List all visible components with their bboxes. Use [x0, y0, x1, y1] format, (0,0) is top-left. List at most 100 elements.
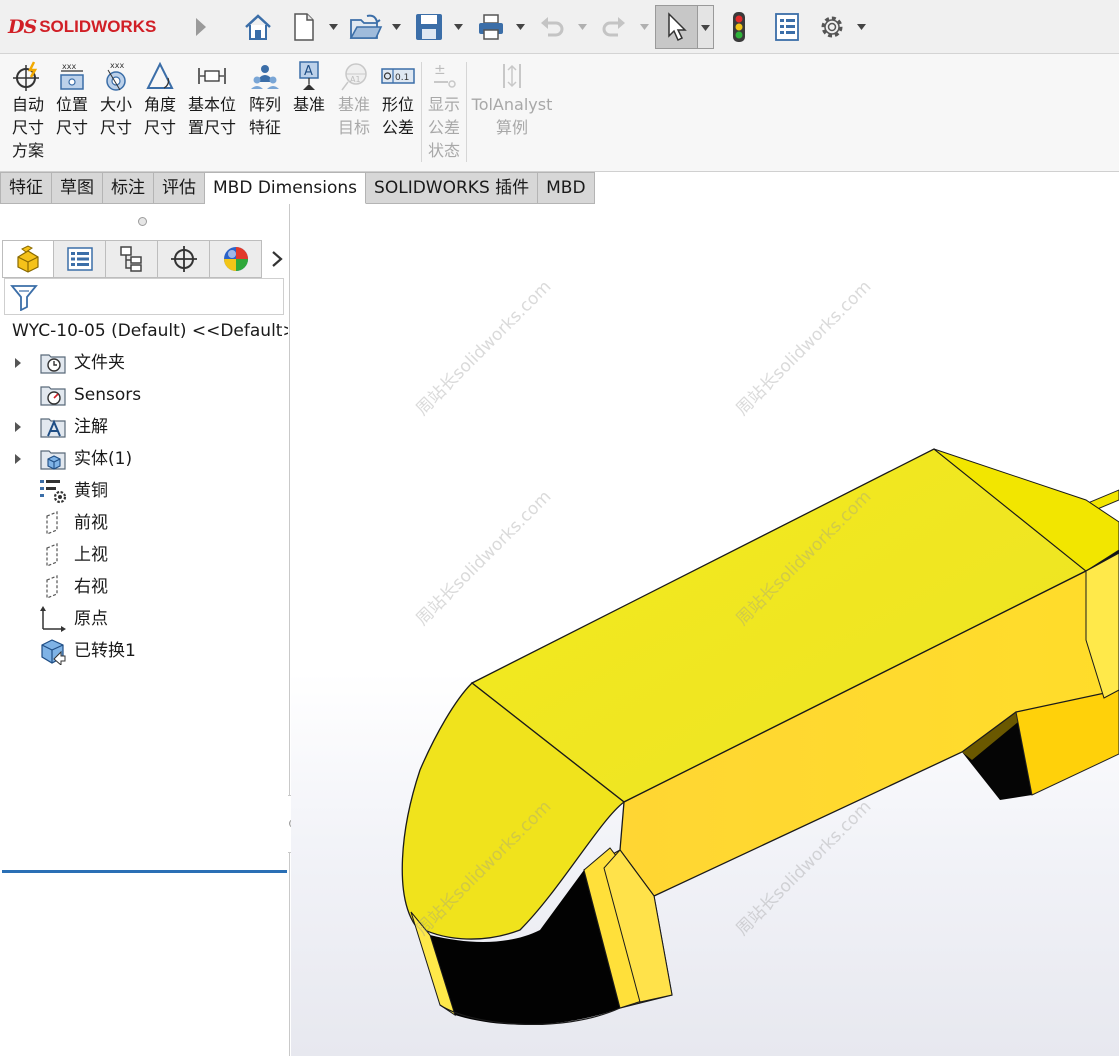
tree-root-part[interactable]: WYC-10-05 (Default) <<Default>_Disp [6, 316, 288, 346]
configuration-manager-tab[interactable] [106, 240, 158, 278]
undo-dropdown-icon[interactable] [578, 24, 587, 30]
yellow-part-model[interactable] [291, 204, 1119, 1056]
options-dropdown-icon[interactable] [857, 24, 866, 30]
print-button[interactable] [472, 8, 510, 46]
new-document-button[interactable] [286, 8, 322, 46]
show-tolerance-status-label: 显示 公差 状态 [427, 95, 460, 160]
tree-node-history-folder[interactable]: 文件夹 [0, 348, 288, 378]
menu-expand-arrow-icon[interactable] [194, 16, 208, 38]
basic-location-dimension-button[interactable]: 基本位 置尺寸 [184, 60, 240, 139]
tree-node-origin[interactable]: 原点 [0, 604, 288, 634]
size-dimension-label: 大小 尺寸 [99, 95, 132, 137]
tree-node-top-plane[interactable]: 上视 [0, 540, 288, 570]
plane-icon [38, 542, 68, 568]
angle-dimension-button[interactable]: 角度 尺寸 [140, 60, 180, 139]
configuration-manager-icon [119, 246, 142, 272]
home-button[interactable] [238, 8, 278, 46]
tolerance-status-icon: ± [427, 60, 461, 92]
basic-location-dimension-label: 基本位 置尺寸 [187, 95, 236, 137]
redo-button[interactable] [596, 8, 632, 46]
file-properties-button[interactable] [770, 8, 804, 46]
datum-label: 基准 [292, 95, 325, 114]
tab-solidworks-addins[interactable]: SOLIDWORKS 插件 [366, 172, 539, 204]
angle-dimension-icon [143, 60, 177, 92]
undo-button[interactable] [534, 8, 570, 46]
show-tolerance-status-button[interactable]: ± 显示 公差 状态 [424, 60, 464, 162]
display-manager-sphere-icon [223, 247, 248, 271]
ds-logo-mark: DS [8, 16, 37, 38]
tab-mbd-dimensions[interactable]: MBD Dimensions [205, 172, 367, 204]
svg-text:xxx: xxx [110, 61, 124, 70]
select-dropdown-icon [701, 25, 710, 31]
auto-dimension-scheme-button[interactable]: 自动 尺寸 方案 [8, 60, 48, 162]
tree-node-solid-bodies[interactable]: 实体(1) [0, 444, 288, 474]
command-manager-tabs: 特征 草图 标注 评估 MBD Dimensions SOLIDWORKS 插件… [0, 172, 595, 204]
dimxpert-manager-tab[interactable] [158, 240, 210, 278]
solidworks-logo[interactable]: DS SOLIDWORKS [8, 12, 156, 42]
rollback-bar[interactable] [2, 870, 287, 873]
tree-node-annotations[interactable]: 注解 [0, 412, 288, 442]
tree-node-label: 实体(1) [74, 449, 133, 469]
part-feature-tree-icon [17, 245, 39, 273]
tree-node-front-plane[interactable]: 前视 [0, 508, 288, 538]
tab-features[interactable]: 特征 [0, 172, 52, 204]
feature-tree-filter[interactable] [4, 278, 284, 315]
auto-dimension-icon [11, 60, 45, 92]
tab-mbd[interactable]: MBD [538, 172, 595, 204]
tree-node-material[interactable]: 黄铜 [0, 476, 288, 506]
filter-funnel-icon [10, 285, 38, 311]
new-dropdown-icon[interactable] [329, 24, 338, 30]
tab-sketch[interactable]: 草图 [52, 172, 103, 204]
annotations-icon [38, 414, 68, 440]
feature-manager-tab[interactable] [2, 240, 54, 278]
tree-node-label: Sensors [74, 385, 142, 405]
graphics-area[interactable]: 周站长solidworks.com 周站长solidworks.com 周站长s… [291, 204, 1119, 1056]
sensors-icon [38, 382, 68, 408]
plane-icon [38, 574, 68, 600]
origin-icon [38, 606, 68, 632]
expand-arrow-icon[interactable] [14, 422, 22, 432]
material-icon [38, 478, 68, 504]
open-icon [349, 14, 383, 39]
more-tabs-chevron-icon[interactable] [270, 250, 284, 268]
history-folder-icon [38, 350, 68, 376]
tree-node-imported-body[interactable]: 已转换1 [0, 636, 288, 666]
tolanalyst-study-button[interactable]: TolAnalyst 算例 [470, 60, 554, 139]
rebuild-button[interactable] [724, 8, 754, 46]
pattern-feature-button[interactable]: 阵列 特征 [244, 60, 286, 139]
geometric-tolerance-button[interactable]: 0.1 形位 公差 [378, 60, 418, 139]
datum-target-label: 基准 目标 [337, 95, 370, 137]
expand-arrow-icon[interactable] [14, 358, 22, 368]
tolanalyst-study-label: TolAnalyst 算例 [471, 95, 553, 137]
geometric-tolerance-icon: 0.1 [381, 60, 415, 92]
rebuild-traffic-light-icon [733, 12, 745, 42]
open-button[interactable] [346, 8, 386, 46]
datum-target-button[interactable]: A1 基准 目标 [334, 60, 374, 139]
expand-arrow-icon[interactable] [14, 454, 22, 464]
datum-button[interactable]: A 基准 [290, 60, 328, 116]
save-button[interactable] [410, 8, 448, 46]
panel-splitter-grip[interactable] [138, 217, 147, 226]
redo-icon [602, 17, 625, 37]
brand-name: SOLIDWORKS [39, 17, 157, 36]
home-icon [245, 14, 271, 40]
size-dimension-button[interactable]: xxx 大小 尺寸 [96, 60, 136, 139]
open-dropdown-icon[interactable] [392, 24, 401, 30]
tab-evaluate[interactable]: 评估 [154, 172, 205, 204]
redo-dropdown-icon[interactable] [640, 24, 649, 30]
svg-text:A1: A1 [350, 75, 361, 84]
manager-tabs [2, 240, 262, 278]
options-button[interactable] [814, 8, 850, 46]
select-dropdown[interactable] [698, 5, 714, 49]
tree-node-sensors[interactable]: Sensors [0, 380, 288, 410]
property-manager-tab[interactable] [54, 240, 106, 278]
tab-markup[interactable]: 标注 [103, 172, 154, 204]
save-dropdown-icon[interactable] [454, 24, 463, 30]
tree-node-right-plane[interactable]: 右视 [0, 572, 288, 602]
part-name: WYC-10-05 (Default) <<Default>_Disp [12, 321, 288, 341]
location-dimension-icon: xxx [55, 60, 89, 92]
location-dimension-button[interactable]: xxx 位置 尺寸 [52, 60, 92, 139]
print-dropdown-icon[interactable] [516, 24, 525, 30]
select-button[interactable] [655, 5, 698, 49]
display-manager-tab[interactable] [210, 240, 262, 278]
